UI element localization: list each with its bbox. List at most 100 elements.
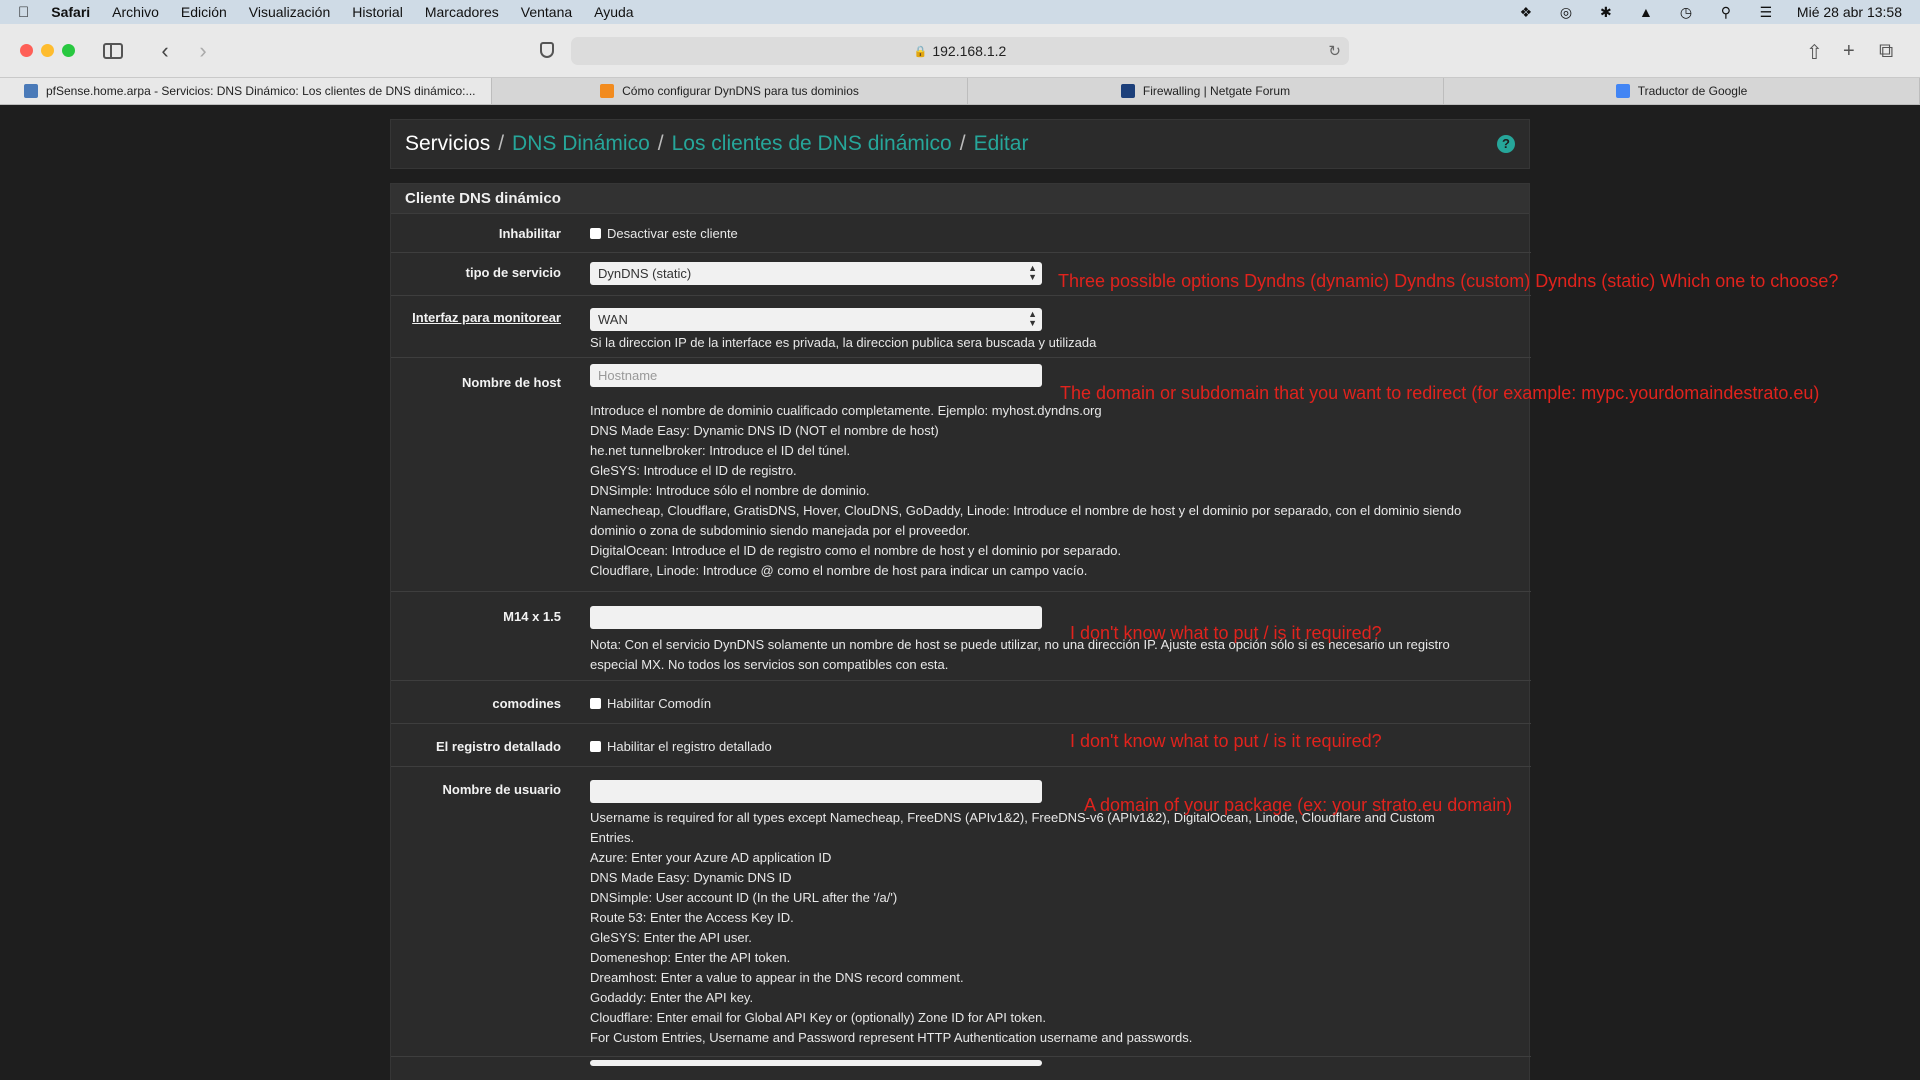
menubar-clock[interactable]: Mié 28 abr 13:58 [1797,4,1902,20]
annotation-mx: I don't know what to put / is it require… [1070,623,1382,643]
spotlight-search-icon[interactable]: ⚲ [1717,4,1735,21]
verbose-checkbox[interactable] [590,741,601,752]
select-arrows-icon: ▲ ▼ [1028,263,1037,282]
menu-ayuda[interactable]: Ayuda [594,4,633,20]
verbose-checkbox-label[interactable]: Habilitar el registro detallado [607,739,772,754]
interface-label[interactable]: Interfaz para monitorear [391,310,561,325]
privacy-shield-icon[interactable] [540,42,554,58]
help-line: dominio o zona de subdominio siendo mane… [590,523,971,538]
row-interface: Interfaz para monitorear WAN ▲ ▼ Si la di… [391,296,1531,358]
help-line: Domeneshop: Enter the API token. [590,950,791,965]
bluetooth-icon[interactable]: ✱ [1597,4,1615,21]
menu-marcadores[interactable]: Marcadores [425,4,499,20]
close-window-button[interactable] [20,44,33,57]
help-line: For Custom Entries, Username and Passwor… [590,1030,1193,1045]
help-line: GleSYS: Enter the API user. [590,930,752,945]
window-controls [20,44,75,57]
menu-visualizacion[interactable]: Visualización [249,4,330,20]
help-line: DNSimple: User account ID (In the URL af… [590,890,898,905]
apple-icon[interactable]:  [18,4,29,21]
address-url[interactable]: 192.168.1.2 [932,43,1006,59]
help-line: Entries. [590,830,635,845]
help-line: DNS Made Easy: Dynamic DNS ID [590,870,792,885]
breadcrumb-dns-dinamico[interactable]: DNS Dinámico [512,132,650,156]
airdrop-icon[interactable]: ◎ [1557,4,1575,21]
wildcards-checkbox[interactable] [590,698,601,709]
new-tab-icon[interactable]: + [1843,40,1855,63]
tab-title: Firewalling | Netgate Forum [1142,84,1291,98]
disable-checkbox-label[interactable]: Desactivar este cliente [607,226,738,241]
username-help: Username is required for all types excep… [590,808,1521,1048]
forward-chevron-icon[interactable]: › [191,38,215,64]
control-center-icon[interactable]: ☰ [1757,4,1775,21]
mx-input[interactable] [590,606,1042,629]
breadcrumb: Servicios / DNS Dinámico / Los clientes … [390,119,1530,169]
menu-ventana[interactable]: Ventana [521,4,572,20]
username-label: Nombre de usuario [442,782,561,797]
help-line: Dreamhost: Enter a value to appear in th… [590,970,964,985]
help-line: especial MX. No todos los servicios son … [590,657,949,672]
breadcrumb-servicios: Servicios [405,132,491,155]
fullscreen-window-button[interactable] [62,44,75,57]
menu-edicion[interactable]: Edición [181,4,227,20]
annotation-wildcards: I don't know what to put / is it require… [1070,731,1382,751]
password-input[interactable] [590,1060,1042,1066]
annotation-service-type: Three possible options Dyndns (dynamic) … [1058,271,1839,291]
hostname-help: Introduce el nombre de dominio cualifica… [590,401,1521,581]
tab-title: pfSense.home.arpa - Servicios: DNS Dinám… [46,84,476,98]
wildcards-label: comodines [492,696,561,711]
wifi-icon[interactable]: ▲ [1637,4,1655,20]
address-bar[interactable]: 🔒 192.168.1.2 ↻ [571,37,1349,65]
interface-value: WAN [598,312,628,327]
mx-label: M14 x 1.5 [503,609,561,624]
time-machine-icon[interactable]: ◷ [1677,4,1695,21]
annotation-hostname: The domain or subdomain that you want to… [1060,383,1820,403]
share-icon[interactable]: ⇧ [1806,40,1823,65]
username-input[interactable] [590,780,1042,803]
disable-checkbox[interactable] [590,228,601,239]
row-password-partial [391,1057,1531,1080]
help-line: Route 53: Enter the Access Key ID. [590,910,794,925]
service-type-value: DynDNS (static) [598,266,692,281]
tab-netgate[interactable]: Firewalling | Netgate Forum [968,78,1444,104]
pfsense-icon [24,84,38,98]
netgate-icon [1120,84,1135,98]
google-translate-icon [1615,84,1630,98]
breadcrumb-clientes[interactable]: Los clientes de DNS dinámico [672,132,952,156]
interface-select[interactable]: WAN ▲ ▼ [590,308,1042,331]
browser-toolbar: ‹ › 🔒 192.168.1.2 ↻ ⇧ + ⧉ [0,24,1920,78]
back-chevron-icon[interactable]: ‹ [153,38,177,64]
tab-strato[interactable]: Cómo configurar DynDNS para tus dominios [492,78,968,104]
reload-icon[interactable]: ↻ [1328,42,1341,60]
help-line: DigitalOcean: Introduce el ID de registr… [590,543,1122,558]
breadcrumb-separator: / [657,132,664,155]
help-line: GleSYS: Introduce el ID de registro. [590,463,797,478]
tab-title: Cómo configurar DynDNS para tus dominios [622,84,859,98]
help-line: Namecheap, Cloudflare, GratisDNS, Hover,… [590,503,1462,518]
dropbox-icon[interactable]: ❖ [1517,4,1535,21]
interface-help: Si la direccion IP de la interface es pr… [590,335,1097,350]
menu-historial[interactable]: Historial [352,4,403,20]
help-line: Cloudflare, Linode: Introduce @ como el … [590,563,1088,578]
service-type-select[interactable]: DynDNS (static) ▲ ▼ [590,262,1042,285]
verbose-label: El registro detallado [436,739,561,754]
wildcards-checkbox-label[interactable]: Habilitar Comodín [607,696,711,711]
hostname-input[interactable]: Hostname [590,364,1042,387]
help-line: DNS Made Easy: Dynamic DNS ID (NOT el no… [590,423,939,438]
tab-overview-icon[interactable]: ⧉ [1879,40,1893,63]
help-line: Azure: Enter your Azure AD application I… [590,850,832,865]
select-arrows-icon: ▲ ▼ [1028,309,1037,328]
strato-icon [600,84,615,98]
help-icon[interactable]: ? [1497,135,1515,153]
menu-safari[interactable]: Safari [51,4,90,20]
minimize-window-button[interactable] [41,44,54,57]
menu-archivo[interactable]: Archivo [112,4,159,20]
sidebar-toggle-icon[interactable] [103,42,123,59]
lock-icon: 🔒 [913,45,928,58]
help-line: he.net tunnelbroker: Introduce el ID del… [590,443,851,458]
breadcrumb-editar[interactable]: Editar [974,132,1029,156]
tab-pfsense[interactable]: pfSense.home.arpa - Servicios: DNS Dinám… [0,78,492,104]
tab-google-translate[interactable]: Traductor de Google [1444,78,1920,104]
breadcrumb-separator: / [959,132,966,155]
disable-label: Inhabilitar [498,226,561,241]
